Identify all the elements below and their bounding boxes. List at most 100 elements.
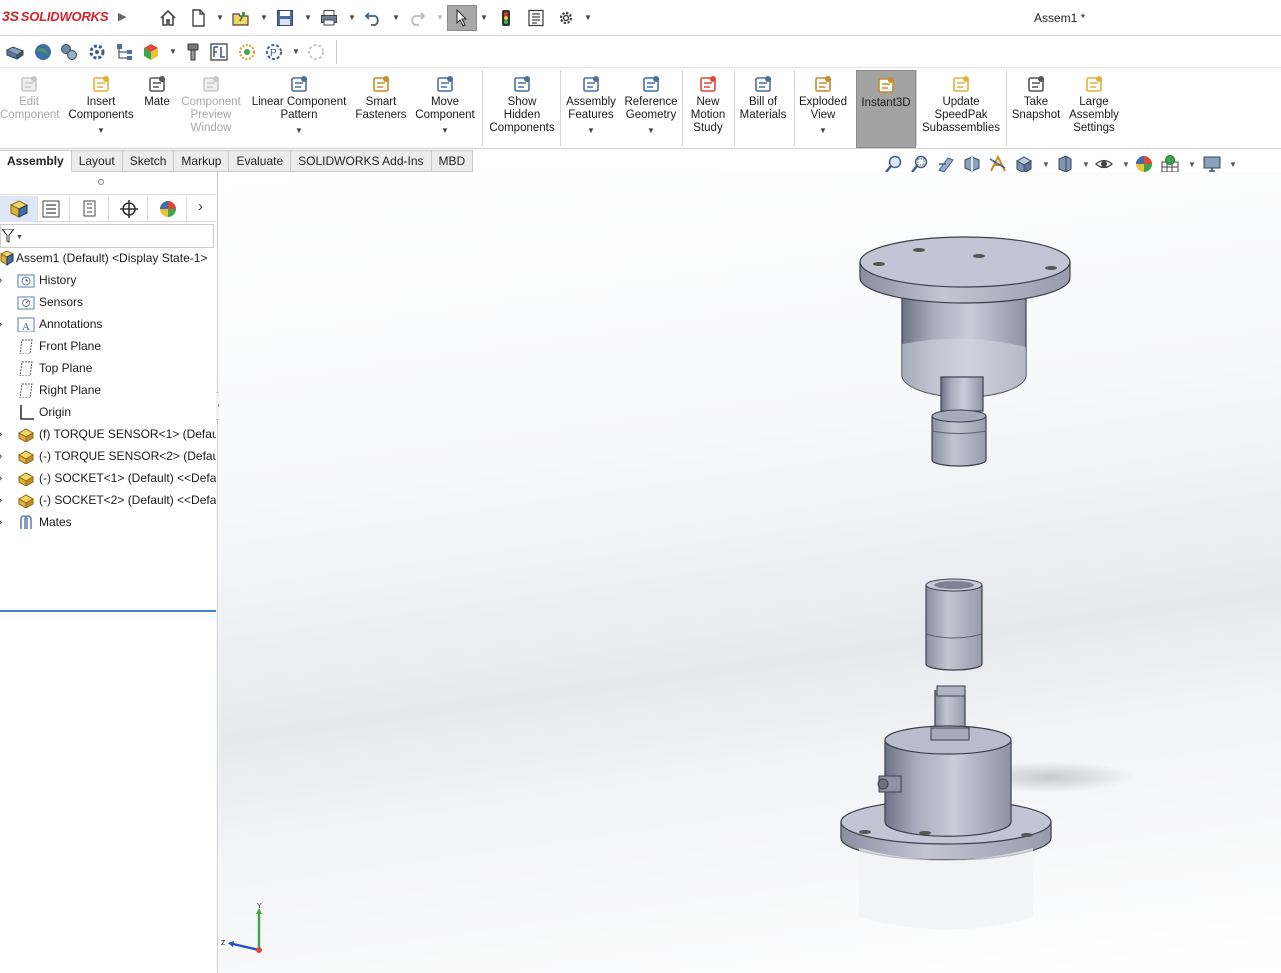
configurationmanager-tab-icon[interactable] — [71, 196, 109, 222]
assembly-features-dropdown-icon[interactable]: ▼ — [562, 124, 620, 137]
linear-component-pattern-dropdown-icon[interactable]: ▼ — [248, 124, 350, 137]
tree-item-origin[interactable]: Origin — [0, 402, 216, 422]
expand-arrow-icon[interactable]: › — [0, 314, 2, 334]
take-snapshot-button[interactable]: Take Snapshot — [1008, 70, 1064, 148]
show-hidden-components-button[interactable]: Show Hidden Components — [485, 70, 559, 148]
tree-filter[interactable]: ▼ — [0, 224, 214, 248]
view-settings-dropdown-icon[interactable]: ▼ — [1229, 160, 1237, 169]
undo-dropdown-icon[interactable]: ▼ — [392, 13, 400, 22]
convert-icon[interactable]: P — [264, 42, 284, 62]
redo-icon[interactable] — [406, 7, 428, 29]
tree-item-socket-1-default-defau[interactable]: › (-) SOCKET<1> (Default) <<Defau — [0, 468, 216, 488]
tab-assembly[interactable]: Assembly — [0, 150, 72, 172]
redo-dropdown-icon[interactable]: ▼ — [436, 13, 444, 22]
display-style-dropdown-icon[interactable]: ▼ — [1082, 160, 1090, 169]
new-document-icon[interactable] — [187, 7, 209, 29]
graphics-area[interactable]: Y Z — [219, 172, 1281, 973]
save-dropdown-icon[interactable]: ▼ — [304, 13, 312, 22]
globe-icon[interactable] — [33, 42, 53, 62]
tree-item-top-plane[interactable]: Top Plane — [0, 358, 216, 378]
convert-dropdown-icon[interactable]: ▼ — [292, 47, 300, 56]
expand-arrow-icon[interactable]: › — [0, 468, 2, 488]
tab-mbd[interactable]: MBD — [431, 150, 474, 172]
filter-dropdown-icon[interactable]: ▼ — [16, 234, 23, 241]
menu-expand-arrow-icon[interactable]: ▶ — [118, 10, 126, 23]
assembly-features-button[interactable]: Assembly Features ▼ — [562, 70, 620, 148]
select-dropdown-icon[interactable]: ▼ — [480, 13, 488, 22]
select-icon[interactable] — [447, 5, 477, 31]
tree-structure-icon[interactable] — [115, 42, 135, 62]
tree-item-socket-2-default-defau[interactable]: › (-) SOCKET<2> (Default) <<Defau — [0, 490, 216, 510]
move-component-dropdown-icon[interactable]: ▼ — [410, 124, 480, 137]
tab-sketch[interactable]: Sketch — [122, 150, 175, 172]
chevron-right-icon[interactable]: › — [198, 198, 203, 215]
torque-sensor-1[interactable] — [859, 236, 1071, 412]
settings-gear-icon[interactable] — [87, 42, 107, 62]
bill-of-materials-button[interactable]: Bill of Materials — [737, 70, 789, 148]
tree-item-right-plane[interactable]: Right Plane — [0, 380, 216, 400]
expand-arrow-icon[interactable]: › — [0, 270, 2, 290]
appearance-dropdown-icon[interactable]: ▼ — [169, 47, 177, 56]
tab-markup[interactable]: Markup — [174, 150, 230, 172]
photoview-icon[interactable] — [237, 42, 257, 62]
expand-arrow-icon[interactable]: › — [0, 424, 2, 444]
mate-button[interactable]: Mate — [140, 70, 174, 148]
propertymanager-tab-icon[interactable] — [32, 196, 70, 222]
gears-icon[interactable] — [59, 42, 79, 62]
reference-geometry-button[interactable]: Reference Geometry ▼ — [622, 70, 680, 148]
linear-component-pattern-button[interactable]: Linear Component Pattern ▼ — [248, 70, 350, 148]
new-motion-study-button[interactable]: New Motion Study — [684, 70, 732, 148]
tree-item-sensors[interactable]: Sensors — [0, 292, 216, 312]
torque-sensor-2[interactable] — [840, 685, 1135, 930]
tree-item-torque-sensor-2-default[interactable]: › (-) TORQUE SENSOR<2> (Default) — [0, 446, 216, 466]
tree-item-front-plane[interactable]: Front Plane — [0, 336, 216, 356]
tree-item-annotations[interactable]: › A Annotations — [0, 314, 216, 334]
tree-item-mates[interactable]: › Mates — [0, 512, 216, 532]
hide-show-dropdown-icon[interactable]: ▼ — [1122, 160, 1130, 169]
tree-item-f-torque-sensor-1-default[interactable]: › (f) TORQUE SENSOR<1> (Default) — [0, 424, 216, 444]
assembly-model[interactable] — [219, 172, 1281, 973]
smart-fasteners-button[interactable]: Smart Fasteners — [352, 70, 410, 148]
appearance-icon[interactable] — [141, 42, 161, 62]
socket-1[interactable] — [931, 409, 987, 467]
instant3d-button[interactable]: Instant3D — [856, 70, 916, 148]
apply-scene-dropdown-icon[interactable]: ▼ — [1188, 160, 1196, 169]
disabled-tool-icon[interactable] — [306, 42, 326, 62]
exploded-view-dropdown-icon[interactable]: ▼ — [796, 124, 850, 137]
tree-item-history[interactable]: › History — [0, 270, 216, 290]
expand-arrow-icon[interactable]: › — [0, 446, 2, 466]
save-icon[interactable] — [274, 7, 296, 29]
component-preview-window-button[interactable]: Component Preview Window — [176, 70, 246, 148]
reference-geometry-dropdown-icon[interactable]: ▼ — [622, 124, 680, 137]
open-dropdown-icon[interactable]: ▼ — [260, 13, 268, 22]
update-speedpak-button[interactable]: Update SpeedPak Subassemblies — [918, 70, 1004, 148]
file-properties-icon[interactable] — [525, 7, 547, 29]
tab-solidworks-add-ins[interactable]: SOLIDWORKS Add-Ins — [291, 150, 432, 172]
tab-evaluate[interactable]: Evaluate — [229, 150, 292, 172]
toolbox-icon[interactable] — [183, 42, 203, 62]
options-dropdown-icon[interactable]: ▼ — [584, 13, 592, 22]
home-icon[interactable] — [157, 7, 179, 29]
assembly-icon[interactable] — [5, 42, 25, 62]
tree-root-assembly[interactable]: Assem1 (Default) <Display State-1> — [0, 248, 216, 268]
insert-components-button[interactable]: Insert Components ▼ — [66, 70, 136, 148]
large-assembly-settings-button[interactable]: Large Assembly Settings — [1066, 70, 1122, 148]
edit-component-button[interactable]: Edit Component — [0, 70, 59, 148]
print-icon[interactable] — [318, 7, 340, 29]
print-dropdown-icon[interactable]: ▼ — [348, 13, 356, 22]
pane-grip-handle[interactable] — [98, 179, 104, 185]
rebuild-icon[interactable] — [495, 7, 517, 29]
expand-arrow-icon[interactable]: › — [0, 490, 2, 510]
solidworks-logo[interactable]: 3S SOLIDWORKS — [2, 8, 108, 24]
insert-components-dropdown-icon[interactable]: ▼ — [66, 124, 136, 137]
options-icon[interactable] — [555, 7, 577, 29]
view-orientation-dropdown-icon[interactable]: ▼ — [1042, 160, 1050, 169]
move-component-button[interactable]: Move Component ▼ — [410, 70, 480, 148]
dimxpertmanager-tab-icon[interactable] — [110, 196, 148, 222]
displaymanager-tab-icon[interactable] — [149, 196, 187, 222]
socket-2[interactable] — [925, 578, 983, 671]
open-icon[interactable] — [230, 7, 252, 29]
tab-layout[interactable]: Layout — [71, 150, 123, 172]
new-dropdown-icon[interactable]: ▼ — [216, 13, 224, 22]
undo-icon[interactable] — [362, 7, 384, 29]
